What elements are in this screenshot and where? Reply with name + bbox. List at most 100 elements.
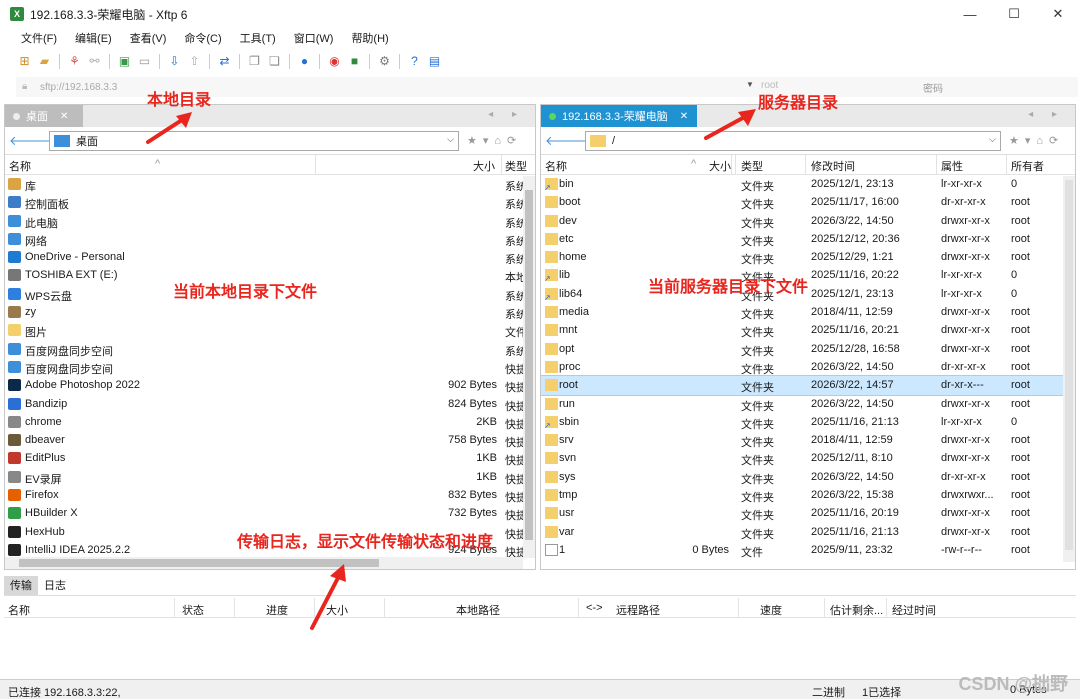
tab-local[interactable]: 桌面 ✕ — [5, 105, 83, 127]
menu-window[interactable]: 窗口(W) — [285, 30, 343, 48]
col-owner[interactable]: 所有者 — [1011, 158, 1044, 174]
sync-icon[interactable]: ⇄ — [216, 53, 233, 70]
table-row[interactable]: boot 文件夹 2025/11/17, 16:00 dr-xr-xr-x root — [541, 193, 1063, 211]
table-row[interactable]: EV录屏 1KB 快捷 — [5, 468, 523, 486]
globe-icon[interactable]: ● — [296, 53, 313, 70]
col-type[interactable]: 类型 — [505, 158, 527, 174]
table-row[interactable]: tmp 文件夹 2026/3/22, 15:38 drwxrwxr... root — [541, 486, 1063, 504]
host-input[interactable]: sftp://192.168.3.3 — [40, 82, 117, 93]
view-icon[interactable]: ▭ — [136, 53, 153, 70]
disconnect-icon[interactable]: ⚯ — [86, 53, 103, 70]
paste-icon[interactable]: ❏ — [266, 53, 283, 70]
password-input[interactable]: 密码 — [923, 80, 943, 95]
col-size[interactable]: 大小 — [473, 158, 495, 174]
path-tools-icon[interactable]: ★▾⌂⟳ — [1009, 134, 1064, 147]
upload-icon[interactable]: ⇧ — [186, 53, 203, 70]
table-row[interactable]: sys 文件夹 2026/3/22, 14:50 dr-xr-xr-x root — [541, 468, 1063, 486]
table-row[interactable]: usr 文件夹 2025/11/16, 20:19 drwxr-xr-x root — [541, 504, 1063, 522]
menu-edit[interactable]: 编辑(E) — [66, 30, 121, 48]
table-row[interactable]: 百度网盘同步空间 快捷 — [5, 358, 523, 376]
col-eta[interactable]: 估计剩余... — [830, 602, 883, 618]
chevron-down-icon[interactable]: ⌵ — [447, 134, 454, 145]
col-speed[interactable]: 速度 — [760, 602, 782, 618]
menu-help[interactable]: 帮助(H) — [342, 30, 397, 48]
col-remote-path[interactable]: 远程路径 — [616, 602, 660, 618]
col-size[interactable]: 大小 — [709, 158, 731, 174]
close-icon[interactable]: ✕ — [680, 111, 688, 122]
table-row[interactable]: dev 文件夹 2026/3/22, 14:50 drwxr-xr-x root — [541, 212, 1063, 230]
tab-remote[interactable]: 192.168.3.3-荣耀电脑 ✕ — [541, 105, 697, 127]
col-mtime[interactable]: 修改时间 — [811, 158, 855, 174]
table-row[interactable]: 图片 文件 — [5, 321, 523, 339]
table-row[interactable]: 1 0 Bytes 文件 2025/9/11, 23:32 -rw-r--r-- root — [541, 541, 1063, 559]
remote-scrollbar-v[interactable] — [1063, 176, 1075, 562]
maximize-button[interactable]: ☐ — [992, 0, 1036, 28]
table-row[interactable]: 百度网盘同步空间 系统 — [5, 340, 523, 358]
table-row[interactable]: 网络 系统 — [5, 230, 523, 248]
col-direction[interactable]: <-> — [586, 602, 603, 614]
local-scrollbar-v[interactable] — [523, 176, 535, 558]
table-row[interactable]: EditPlus 1KB 快捷 — [5, 449, 523, 467]
local-scrollbar-h[interactable] — [5, 557, 523, 569]
tab-log[interactable]: 日志 — [38, 576, 72, 595]
table-row[interactable]: 库 系统 — [5, 175, 523, 193]
table-row[interactable]: proc 文件夹 2026/3/22, 14:50 dr-xr-xr-x root — [541, 358, 1063, 376]
col-elapsed[interactable]: 经过时间 — [892, 602, 936, 618]
table-row[interactable]: etc 文件夹 2025/12/12, 20:36 drwxr-xr-x root — [541, 230, 1063, 248]
col-name[interactable]: 名称 — [8, 602, 30, 618]
col-progress[interactable]: 进度 — [266, 602, 288, 618]
download-icon[interactable]: ⇩ — [166, 53, 183, 70]
menu-view[interactable]: 查看(V) — [121, 30, 176, 48]
menu-tools[interactable]: 工具(T) — [231, 30, 285, 48]
table-row[interactable]: home 文件夹 2025/12/29, 1:21 drwxr-xr-x root — [541, 248, 1063, 266]
table-row[interactable]: svn 文件夹 2025/12/11, 8:10 drwxr-xr-x root — [541, 449, 1063, 467]
remote-path-input[interactable]: / ⌵ — [585, 131, 1001, 151]
path-tools-icon[interactable]: ★▾⌂⟳ — [467, 134, 522, 147]
table-row[interactable]: chrome 2KB 快捷 — [5, 413, 523, 431]
table-row[interactable]: 此电脑 系统 — [5, 212, 523, 230]
tab-scroll-icon[interactable]: ◂ ▸ — [488, 109, 525, 120]
open-folder-icon[interactable]: ▰ — [36, 53, 53, 70]
table-row[interactable]: OneDrive - Personal 系统 — [5, 248, 523, 266]
table-row[interactable]: Adobe Photoshop 2022 902 Bytes 快捷 — [5, 376, 523, 394]
host-dropdown-icon[interactable]: ▼ — [746, 80, 754, 89]
close-icon[interactable]: ✕ — [60, 111, 68, 122]
table-row[interactable]: media 文件夹 2018/4/11, 12:59 drwxr-xr-x root — [541, 303, 1063, 321]
col-local-path[interactable]: 本地路径 — [456, 602, 500, 618]
table-row[interactable]: Firefox 832 Bytes 快捷 — [5, 486, 523, 504]
connect-icon[interactable]: ⚘ — [66, 53, 83, 70]
table-row[interactable]: Bandizip 824 Bytes 快捷 — [5, 395, 523, 413]
col-type[interactable]: 类型 — [741, 158, 763, 174]
chevron-down-icon[interactable]: ⌵ — [989, 134, 996, 145]
xftp-tool-icon[interactable]: ■ — [346, 53, 363, 70]
table-row[interactable]: ↗ bin 文件夹 2025/12/1, 23:13 lr-xr-xr-x 0 — [541, 175, 1063, 193]
table-row[interactable]: srv 文件夹 2018/4/11, 12:59 drwxr-xr-x root — [541, 431, 1063, 449]
local-path-input[interactable]: 桌面 ⌵ — [49, 131, 459, 151]
col-name[interactable]: 名称 — [545, 158, 567, 174]
table-row[interactable]: opt 文件夹 2025/12/28, 16:58 drwxr-xr-x root — [541, 340, 1063, 358]
table-row[interactable]: zy 系统 — [5, 303, 523, 321]
close-button[interactable]: ✕ — [1036, 0, 1080, 28]
chat-icon[interactable]: ▤ — [426, 53, 443, 70]
menu-file[interactable]: 文件(F) — [12, 30, 66, 48]
new-window-icon[interactable]: ▣ — [116, 53, 133, 70]
minimize-button[interactable]: — — [948, 0, 992, 28]
help-icon[interactable]: ? — [406, 53, 423, 70]
table-row[interactable]: mnt 文件夹 2025/11/16, 20:21 drwxr-xr-x root — [541, 321, 1063, 339]
table-row[interactable]: run 文件夹 2026/3/22, 14:50 drwxr-xr-x root — [541, 395, 1063, 413]
menu-command[interactable]: 命令(C) — [175, 30, 230, 48]
gear-icon[interactable]: ⚙ — [376, 53, 393, 70]
table-row[interactable]: var 文件夹 2025/11/16, 21:13 drwxr-xr-x root — [541, 523, 1063, 541]
tab-scroll-icon[interactable]: ◂ ▸ — [1028, 109, 1065, 120]
copy-icon[interactable]: ❐ — [246, 53, 263, 70]
table-row[interactable]: dbeaver 758 Bytes 快捷 — [5, 431, 523, 449]
col-attr[interactable]: 属性 — [941, 158, 963, 174]
table-row[interactable]: ↗ sbin 文件夹 2025/11/16, 21:13 lr-xr-xr-x 0 — [541, 413, 1063, 431]
table-row[interactable]: root 文件夹 2026/3/22, 14:57 dr-xr-x--- root — [541, 375, 1063, 396]
table-row[interactable]: 控制面板 系统 — [5, 193, 523, 211]
tab-transfer[interactable]: 传输 — [4, 576, 38, 595]
table-row[interactable]: HBuilder X 732 Bytes 快捷 — [5, 504, 523, 522]
new-session-icon[interactable]: ⊞ — [16, 53, 33, 70]
col-status[interactable]: 状态 — [182, 602, 204, 618]
col-name[interactable]: 名称 — [9, 158, 31, 174]
